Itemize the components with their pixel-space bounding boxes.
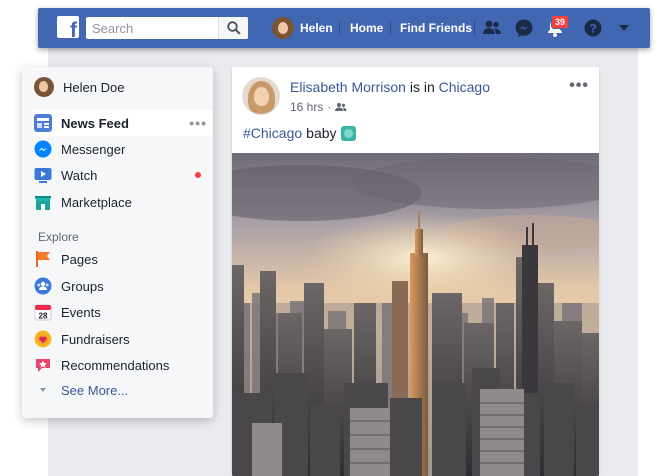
post-text: baby xyxy=(306,125,337,141)
post-meta: 16 hrs · xyxy=(290,100,347,114)
sidebar-item-label: Events xyxy=(61,304,101,320)
nav-divider xyxy=(339,21,340,35)
explore-heading: Explore xyxy=(38,230,79,244)
sidebar-item-marketplace[interactable]: Marketplace xyxy=(34,190,202,214)
home-link[interactable]: Home xyxy=(350,21,383,35)
post-photo[interactable] xyxy=(232,153,599,476)
top-navigation-bar: f Helen Home Find Friends 39 ? xyxy=(38,8,650,48)
notification-count-badge: 39 xyxy=(551,15,570,29)
fundraisers-icon xyxy=(34,330,52,348)
friends-audience-icon[interactable] xyxy=(335,102,347,112)
sidebar-item-profile[interactable]: Helen Doe xyxy=(34,75,202,99)
help-icon[interactable]: ? xyxy=(583,18,603,38)
more-options-icon[interactable]: ••• xyxy=(189,115,207,131)
globe-emoji-icon xyxy=(340,125,356,141)
left-sidebar-menu: Helen Doe News Feed ••• Messenger Watch … xyxy=(22,67,213,418)
recommendations-icon xyxy=(36,359,50,372)
sidebar-item-news-feed[interactable]: News Feed ••• xyxy=(32,110,213,136)
sidebar-item-label: Watch xyxy=(61,167,98,183)
messenger-icon xyxy=(34,140,52,158)
find-friends-link[interactable]: Find Friends xyxy=(400,21,472,35)
sidebar-item-label: Marketplace xyxy=(61,194,132,210)
watch-icon xyxy=(34,168,52,183)
see-more-link: See More... xyxy=(61,382,129,398)
search-button[interactable] xyxy=(218,17,248,39)
post-is-in-text: is in xyxy=(409,79,435,95)
sidebar-item-fundraisers[interactable]: Fundraisers xyxy=(34,327,202,351)
messenger-icon[interactable] xyxy=(514,18,534,38)
search-box xyxy=(86,17,248,39)
nav-divider xyxy=(390,21,391,35)
logo-letter: f xyxy=(70,19,77,38)
screenshot-stage: f Helen Home Find Friends 39 ? Helen Doe xyxy=(0,0,662,476)
pages-flag-icon xyxy=(36,251,50,267)
search-input[interactable] xyxy=(86,17,214,39)
sidebar-item-label: Groups xyxy=(61,278,104,294)
sidebar-item-messenger[interactable]: Messenger xyxy=(34,137,202,161)
events-calendar-icon: 28 xyxy=(34,304,52,321)
sidebar-item-events[interactable]: 28 Events xyxy=(34,300,202,324)
sidebar-item-label: Fundraisers xyxy=(61,331,130,347)
profile-name: Helen xyxy=(300,21,333,35)
nav-divider xyxy=(474,21,475,35)
meta-separator: · xyxy=(327,100,332,114)
sidebar-item-recommendations[interactable]: Recommendations xyxy=(34,353,202,377)
sidebar-item-watch[interactable]: Watch xyxy=(34,163,202,187)
news-feed-icon xyxy=(34,114,52,132)
avatar xyxy=(34,77,54,97)
hashtag-link[interactable]: #Chicago xyxy=(243,125,302,141)
sidebar-item-label: Messenger xyxy=(61,141,126,157)
avatar[interactable] xyxy=(242,77,280,115)
search-icon xyxy=(227,21,241,35)
marketplace-icon xyxy=(35,196,51,210)
avatar xyxy=(272,17,294,39)
post-header: Elisabeth Morrison is in Chicago xyxy=(290,79,490,95)
sidebar-item-pages[interactable]: Pages xyxy=(34,247,202,271)
sidebar-profile-name: Helen Doe xyxy=(63,79,125,95)
chevron-down-icon xyxy=(40,388,46,392)
sidebar-item-label: Recommendations xyxy=(61,357,170,373)
calendar-day: 28 xyxy=(39,312,48,321)
post-author-link[interactable]: Elisabeth Morrison xyxy=(290,79,406,95)
friend-requests-icon[interactable] xyxy=(482,18,502,38)
account-menu-caret-icon[interactable] xyxy=(618,24,630,32)
post-body-text: #Chicago baby xyxy=(243,125,356,141)
sidebar-see-more[interactable]: See More... xyxy=(34,378,202,402)
groups-icon xyxy=(34,277,52,295)
feed-post: Elisabeth Morrison is in Chicago 16 hrs … xyxy=(232,67,599,476)
svg-text:?: ? xyxy=(589,22,596,36)
sidebar-item-label: Pages xyxy=(61,251,98,267)
post-options-button[interactable]: ••• xyxy=(569,77,589,95)
new-activity-dot xyxy=(195,172,201,178)
profile-link[interactable]: Helen xyxy=(272,16,333,40)
post-location-link[interactable]: Chicago xyxy=(439,79,490,95)
post-timestamp[interactable]: 16 hrs xyxy=(290,100,323,114)
sidebar-item-label: News Feed xyxy=(61,115,129,131)
facebook-logo-icon[interactable]: f xyxy=(57,16,79,38)
sidebar-item-groups[interactable]: Groups xyxy=(34,274,202,298)
